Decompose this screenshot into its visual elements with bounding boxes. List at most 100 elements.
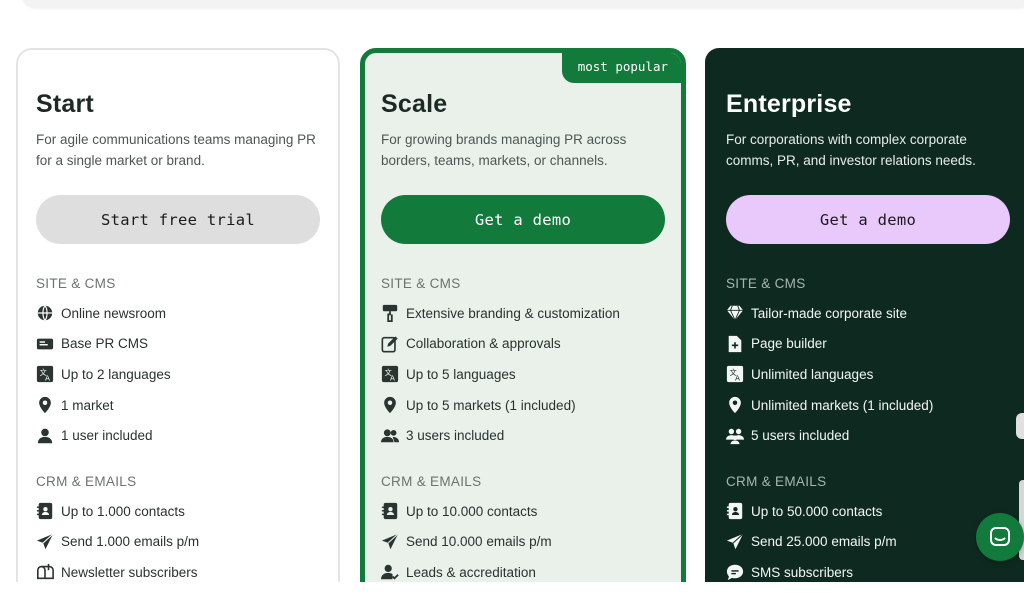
list-item: Extensive branding & customization	[381, 298, 671, 329]
feature-label: Online newsroom	[61, 305, 167, 321]
svg-text:A: A	[390, 374, 395, 383]
cms-card-icon	[36, 335, 54, 353]
users-icon	[381, 427, 399, 445]
feature-label: 1 market	[61, 397, 114, 413]
diamond-icon	[726, 304, 744, 322]
feature-label: Send 10.000 emails p/m	[406, 534, 552, 550]
feature-label: Tailor-made corporate site	[751, 305, 908, 321]
user-icon	[36, 427, 54, 445]
chat-bubble-icon	[726, 563, 744, 581]
section-heading-site-cms: SITE & CMS	[36, 276, 116, 291]
feature-label: Up to 10.000 contacts	[406, 503, 538, 519]
feature-label: Collaboration & approvals	[406, 336, 561, 352]
contacts-book-icon	[36, 502, 54, 520]
translate-icon: 文A	[36, 365, 54, 383]
plan-title: Start	[36, 90, 94, 118]
plan-description: For growing brands managing PR across bo…	[381, 132, 627, 168]
list-item: Collaboration & approvals	[381, 329, 671, 360]
get-a-demo-button[interactable]: Get a demo	[726, 195, 1010, 244]
feature-label: Send 1.000 emails p/m	[61, 534, 200, 550]
plan-card-start: Start For agile communications teams man…	[16, 48, 340, 595]
side-scroll-tab[interactable]	[1016, 413, 1024, 439]
plan-description: For agile communications teams managing …	[36, 132, 316, 168]
top-bar-edge	[22, 0, 1024, 8]
chat-icon	[990, 527, 1010, 546]
feature-list-site-cms: Online newsroom Base PR CMS 文 A Up to 2 la…	[36, 298, 326, 451]
svg-text:A: A	[45, 374, 50, 383]
list-item: 5 users included	[726, 420, 1016, 451]
edit-icon	[381, 335, 399, 353]
list-item: 文 A Unlimited languages	[726, 359, 1016, 390]
translate-icon: 文A	[726, 365, 744, 383]
svg-text:A: A	[735, 374, 740, 383]
section-heading-crm-emails: CRM & EMAILS	[726, 473, 827, 489]
list-item: Tailor-made corporate site	[726, 298, 1016, 329]
send-icon	[726, 533, 744, 551]
list-item: 1 user included	[36, 420, 326, 451]
list-item: 文 A Up to 2 languages	[36, 359, 326, 390]
page-add-icon	[726, 335, 744, 353]
list-item: Up to 50.000 contacts	[726, 496, 1016, 527]
feature-list-site-cms: Extensive branding & customization Colla…	[381, 298, 671, 451]
plan-description: For corporations with complex corporate …	[726, 132, 976, 168]
list-item: Up to 10.000 contacts	[381, 496, 671, 527]
list-item: 3 users included	[381, 420, 671, 451]
most-popular-badge: most popular	[561, 53, 681, 83]
plan-card-enterprise: Enterprise For corporations with complex…	[705, 48, 1024, 595]
feature-list-site-cms: Tailor-made corporate site Page builder …	[726, 298, 1016, 451]
feature-label: 1 user included	[61, 428, 153, 444]
plan-title: Enterprise	[726, 90, 852, 118]
feature-list-crm-emails: Up to 50.000 contacts Send 25.000 emails…	[726, 496, 1016, 588]
users-group-icon	[726, 427, 744, 445]
globe-icon	[36, 304, 54, 322]
send-icon	[36, 533, 54, 551]
feature-label: SMS subscribers	[751, 564, 854, 580]
list-item: Up to 1.000 contacts	[36, 496, 326, 527]
feature-label: Page builder	[751, 336, 827, 352]
feature-label: Up to 50.000 contacts	[751, 503, 883, 519]
plan-title: Scale	[381, 90, 448, 118]
map-pin-icon	[36, 396, 54, 414]
feature-label: Newsletter subscribers	[61, 564, 198, 580]
feature-label: Unlimited markets (1 included)	[751, 397, 934, 413]
list-item: Page builder	[726, 329, 1016, 360]
list-item: Online newsroom	[36, 298, 326, 329]
contacts-book-icon	[381, 502, 399, 520]
feature-label: 5 users included	[751, 428, 850, 444]
chat-launcher-button[interactable]	[976, 513, 1024, 561]
feature-label: Up to 2 languages	[61, 366, 171, 382]
map-pin-icon	[381, 396, 399, 414]
list-item: Send 25.000 emails p/m	[726, 527, 1016, 558]
feature-label: Leads & accreditation	[406, 564, 536, 580]
list-item: Send 1.000 emails p/m	[36, 527, 326, 558]
feature-label: Send 25.000 emails p/m	[751, 534, 897, 550]
section-heading-site-cms: SITE & CMS	[726, 276, 806, 291]
list-item: Unlimited markets (1 included)	[726, 390, 1016, 421]
feature-label: 3 users included	[406, 428, 505, 444]
section-heading-site-cms: SITE & CMS	[381, 276, 461, 291]
viewport-bottom-edge	[0, 582, 1024, 595]
feature-label: Up to 5 languages	[406, 366, 516, 382]
start-free-trial-button[interactable]: Start free trial	[36, 195, 320, 244]
feature-label: Base PR CMS	[61, 336, 149, 352]
section-heading-crm-emails: CRM & EMAILS	[36, 473, 137, 489]
paint-roller-icon	[381, 304, 399, 323]
translate-icon: 文A	[381, 365, 399, 383]
feature-list-crm-emails: Up to 1.000 contacts Send 1.000 emails p…	[36, 496, 326, 588]
feature-label: Extensive branding & customization	[406, 305, 620, 321]
mailbox-icon	[36, 563, 54, 581]
list-item: Send 10.000 emails p/m	[381, 527, 671, 558]
list-item: Base PR CMS	[36, 329, 326, 360]
map-pin-icon	[726, 396, 744, 414]
contacts-book-icon	[726, 502, 744, 520]
send-icon	[381, 533, 399, 551]
list-item: 1 market	[36, 390, 326, 421]
plan-card-scale: most popular Scale For growing brands ma…	[360, 48, 686, 595]
user-check-icon	[381, 563, 399, 581]
get-a-demo-button[interactable]: Get a demo	[381, 195, 665, 244]
section-heading-crm-emails: CRM & EMAILS	[381, 473, 482, 489]
feature-label: Up to 1.000 contacts	[61, 503, 185, 519]
feature-label: Unlimited languages	[751, 366, 874, 382]
feature-label: Up to 5 markets (1 included)	[406, 397, 576, 413]
list-item: 文 A Up to 5 languages	[381, 359, 671, 390]
